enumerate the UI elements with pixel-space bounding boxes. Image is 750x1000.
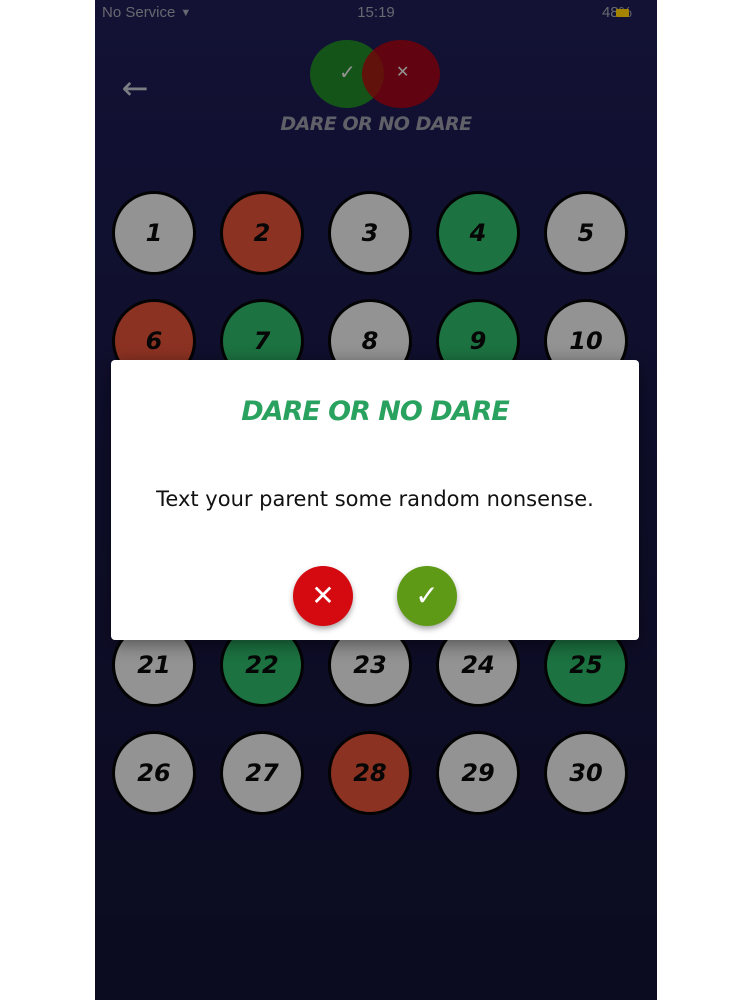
reject-button[interactable]: ✕ [293, 566, 353, 626]
app-screen: No Service▼ 15:19 48% ← ✓ ✕ DARE OR NO D… [95, 0, 657, 1000]
check-icon: ✓ [415, 579, 439, 612]
accept-button[interactable]: ✓ [397, 566, 457, 626]
dare-dialog: DARE OR NO DARE Text your parent some ra… [111, 360, 639, 640]
dare-text: Text your parent some random nonsense. [156, 487, 594, 511]
dialog-title: DARE OR NO DARE [241, 396, 510, 427]
close-icon: ✕ [311, 579, 335, 612]
